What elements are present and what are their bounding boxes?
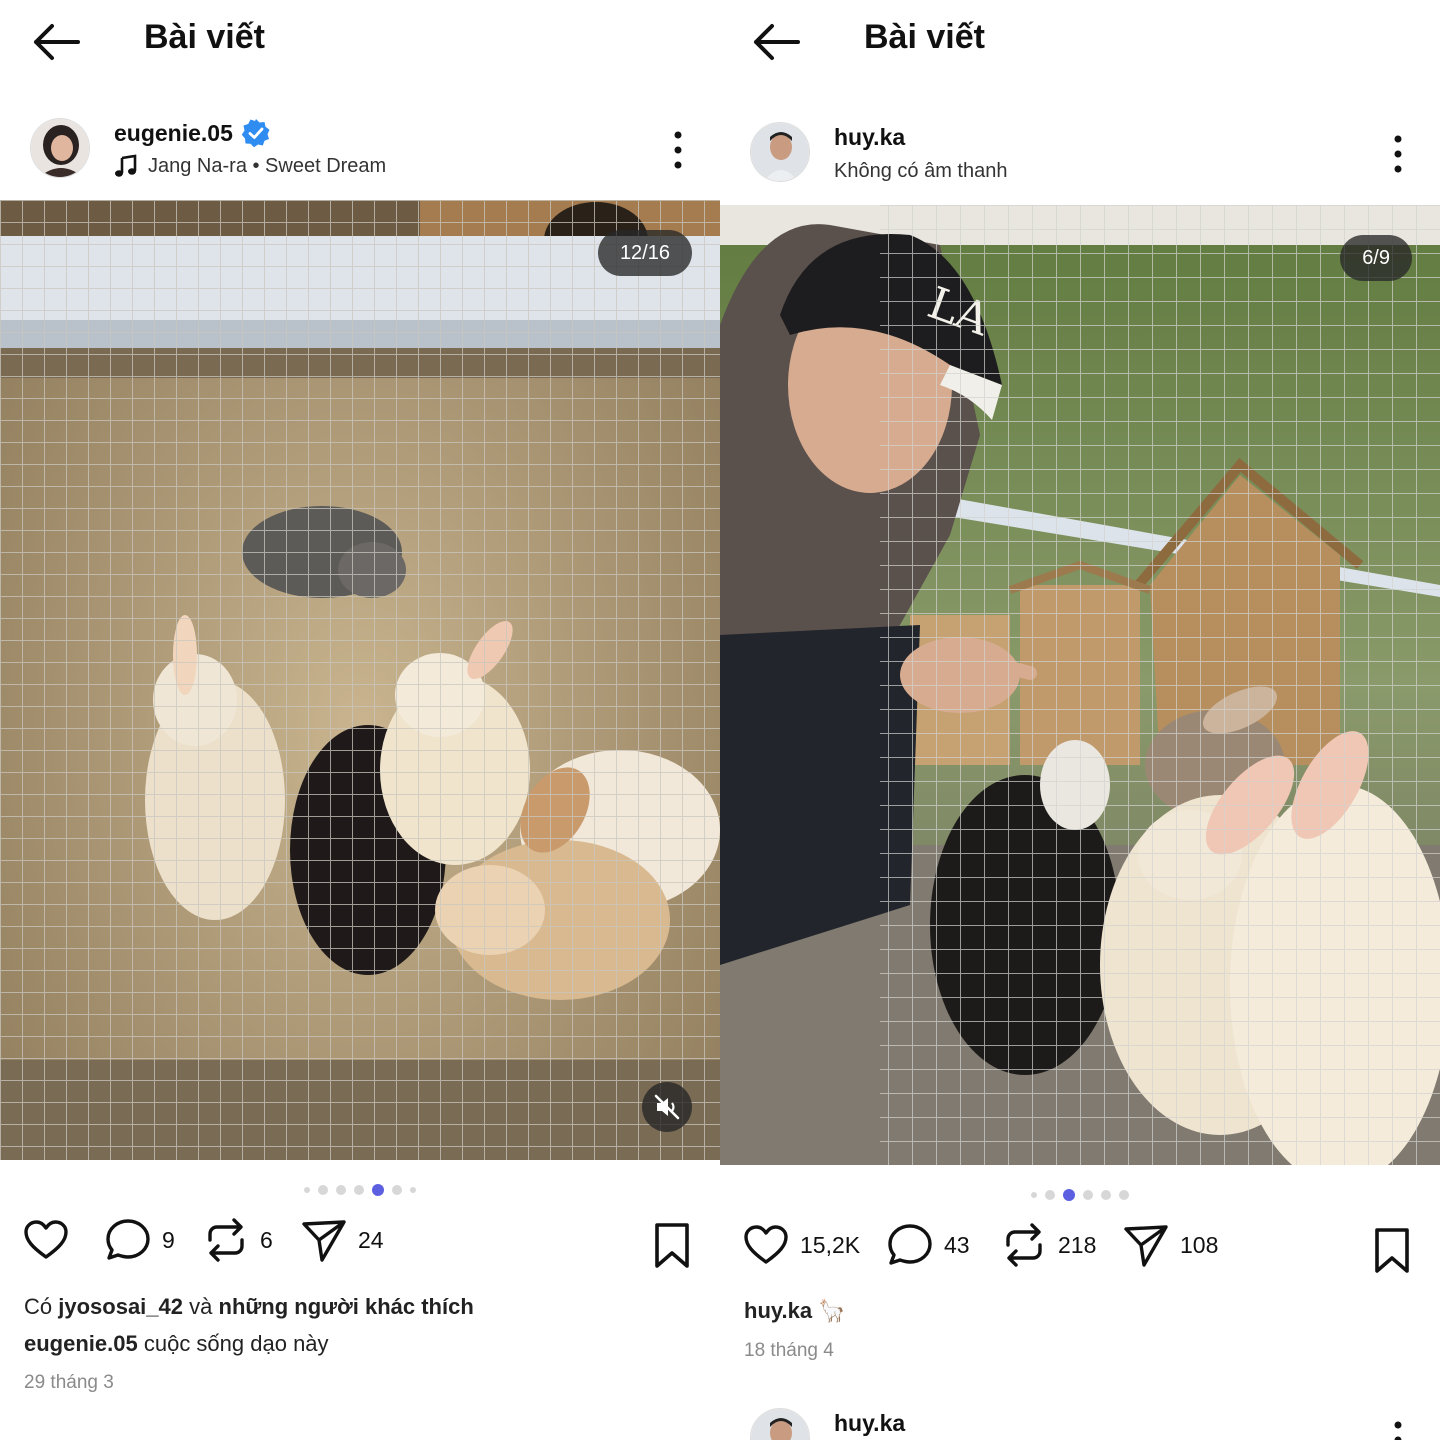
carousel-dot: [1119, 1190, 1129, 1200]
carousel-dot: [336, 1185, 346, 1195]
audio-status: Không có âm thanh: [834, 160, 1008, 182]
carousel-dot-active: [372, 1184, 384, 1196]
send-icon: [1124, 1225, 1168, 1267]
page-title: Bài viết: [144, 18, 265, 56]
more-vertical-icon[interactable]: [1390, 1420, 1406, 1440]
like-button[interactable]: 15,2K: [742, 1221, 860, 1269]
carousel-dot: [410, 1187, 416, 1193]
share-count: 108: [1180, 1231, 1219, 1258]
avatar[interactable]: [750, 1408, 810, 1440]
carousel-dot: [1083, 1190, 1093, 1200]
image-counter: 12/16: [597, 230, 692, 276]
caption-text: cuộc sống dạo này: [143, 1331, 329, 1356]
more-vertical-icon[interactable]: [1390, 134, 1406, 174]
post-panel-left: Bài viết eugenie.05 Jang Na-ra • Sweet D…: [0, 0, 720, 1440]
next-post-header: huy.ka: [720, 1400, 1440, 1440]
carousel-dot: [1031, 1192, 1037, 1198]
liked-by-line[interactable]: Có jyososai_42 và những người khác thích: [24, 1294, 474, 1320]
like-button[interactable]: [22, 1216, 70, 1264]
comment-button[interactable]: 43: [886, 1221, 970, 1269]
heart-icon: [744, 1225, 788, 1264]
username[interactable]: huy.ka: [834, 124, 905, 151]
post-panel-right: Bài viết huy.ka Không có âm thanh 6/9 15…: [720, 0, 1440, 1440]
share-button[interactable]: 108: [1122, 1221, 1218, 1269]
caption: eugenie.05 cuộc sống dạo này: [24, 1331, 329, 1357]
post-photo[interactable]: LA 6/9: [720, 205, 1440, 1165]
post-header: eugenie.05 Jang Na-ra • Sweet Dream: [0, 110, 720, 190]
image-counter: 6/9: [1340, 235, 1412, 281]
avatar[interactable]: [750, 122, 810, 182]
liked-by-suffix: những người khác thích: [218, 1294, 474, 1319]
liked-by-user[interactable]: jyososai_42: [58, 1294, 183, 1319]
photo-rabbits-in-cage: [0, 200, 720, 1160]
repost-button[interactable]: 218: [1000, 1221, 1096, 1269]
repost-count: 6: [260, 1226, 273, 1253]
speaker-muted-icon: [654, 1094, 680, 1120]
carousel-dot: [1045, 1190, 1055, 1200]
caption-username[interactable]: huy.ka: [744, 1298, 812, 1323]
avatar[interactable]: [30, 118, 90, 178]
comment-button[interactable]: 9: [104, 1216, 175, 1264]
carousel-indicator: [720, 1188, 1440, 1202]
carousel-indicator: [0, 1183, 720, 1197]
post-header: huy.ka Không có âm thanh: [720, 114, 1440, 194]
caption-emoji: 🦙: [818, 1298, 846, 1323]
music-note-icon: [115, 154, 137, 177]
music-track[interactable]: Jang Na-ra • Sweet Dream: [148, 155, 386, 178]
carousel-dot: [392, 1185, 402, 1195]
photo-man-with-rabbits: LA: [720, 205, 1440, 1165]
comment-icon: [106, 1219, 150, 1260]
share-button[interactable]: 24: [300, 1216, 384, 1264]
liked-by-mid: và: [189, 1294, 213, 1319]
bookmark-icon[interactable]: [652, 1222, 692, 1270]
send-icon: [302, 1220, 346, 1262]
heart-icon: [24, 1220, 68, 1259]
bookmark-icon[interactable]: [1372, 1227, 1412, 1275]
username[interactable]: huy.ka: [834, 1410, 905, 1437]
arrow-left-icon[interactable]: [750, 22, 802, 62]
repost-icon: [208, 1218, 244, 1262]
repost-icon: [1006, 1223, 1042, 1267]
username[interactable]: eugenie.05: [114, 120, 233, 147]
carousel-dot: [318, 1185, 328, 1195]
verified-badge-icon: [241, 119, 270, 148]
liked-by-prefix: Có: [24, 1294, 53, 1319]
repost-count: 218: [1058, 1231, 1097, 1258]
share-count: 24: [358, 1226, 384, 1253]
comment-count: 9: [162, 1226, 175, 1253]
repost-button[interactable]: 6: [202, 1216, 273, 1264]
comment-count: 43: [944, 1231, 970, 1258]
top-bar: Bài viết: [720, 0, 1440, 82]
carousel-dot: [1101, 1190, 1111, 1200]
post-date: 18 tháng 4: [744, 1340, 834, 1361]
comment-icon: [888, 1224, 932, 1265]
page-title: Bài viết: [864, 18, 985, 56]
mute-button[interactable]: [642, 1082, 692, 1132]
post-photo[interactable]: 12/16: [0, 200, 720, 1160]
like-count: 15,2K: [800, 1231, 861, 1258]
carousel-dot: [304, 1187, 310, 1193]
caption-username[interactable]: eugenie.05: [24, 1331, 138, 1356]
caption: huy.ka 🦙: [744, 1298, 846, 1324]
action-bar: 9 6 24: [0, 1216, 720, 1276]
action-bar: 15,2K 43 218 108: [720, 1221, 1440, 1281]
top-bar: Bài viết: [0, 0, 720, 82]
post-date: 29 tháng 3: [24, 1372, 114, 1393]
more-vertical-icon[interactable]: [670, 130, 686, 170]
carousel-dot: [354, 1185, 364, 1195]
arrow-left-icon[interactable]: [30, 22, 82, 62]
carousel-dot-active: [1063, 1189, 1075, 1201]
